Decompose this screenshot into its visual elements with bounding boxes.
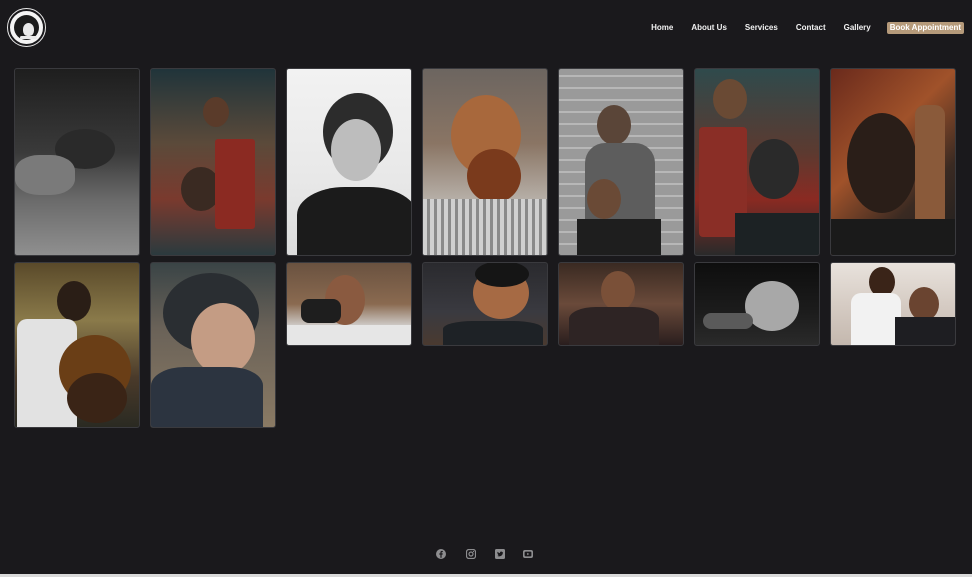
logo-head-mark [23, 23, 34, 36]
gallery-photo[interactable] [286, 262, 412, 346]
gallery-photo[interactable] [150, 68, 276, 256]
facebook-icon[interactable] [436, 549, 446, 559]
gallery-photo[interactable] [830, 68, 956, 256]
gallery-photo[interactable] [150, 262, 276, 428]
nav-services[interactable]: Services [745, 22, 778, 34]
logo-emblem [14, 15, 39, 40]
gallery-photo[interactable] [286, 68, 412, 256]
nav-home[interactable]: Home [651, 22, 673, 34]
page: Home About Us Services Contact Gallery B… [0, 0, 972, 577]
nav-gallery[interactable]: Gallery [844, 22, 871, 34]
instagram-icon[interactable] [466, 549, 476, 559]
twitter-icon[interactable] [495, 549, 505, 559]
gallery-photo[interactable] [422, 68, 548, 256]
gallery-photo[interactable] [694, 262, 820, 346]
barbershop-logo[interactable] [7, 8, 46, 47]
gallery-photo[interactable] [558, 68, 684, 256]
gallery-photo[interactable] [830, 262, 956, 346]
logo-bar-mark [20, 36, 37, 39]
nav-contact[interactable]: Contact [796, 22, 826, 34]
book-appointment-button[interactable]: Book Appointment [886, 22, 964, 34]
youtube-icon[interactable] [523, 549, 533, 559]
gallery-photo[interactable] [14, 68, 140, 256]
nav-about-us[interactable]: About Us [691, 22, 727, 34]
gallery-photo[interactable] [14, 262, 140, 428]
main-nav: Home About Us Services Contact Gallery B… [633, 22, 964, 34]
gallery-photo[interactable] [558, 262, 684, 346]
gallery-photo[interactable] [694, 68, 820, 256]
gallery-photo[interactable] [422, 262, 548, 346]
